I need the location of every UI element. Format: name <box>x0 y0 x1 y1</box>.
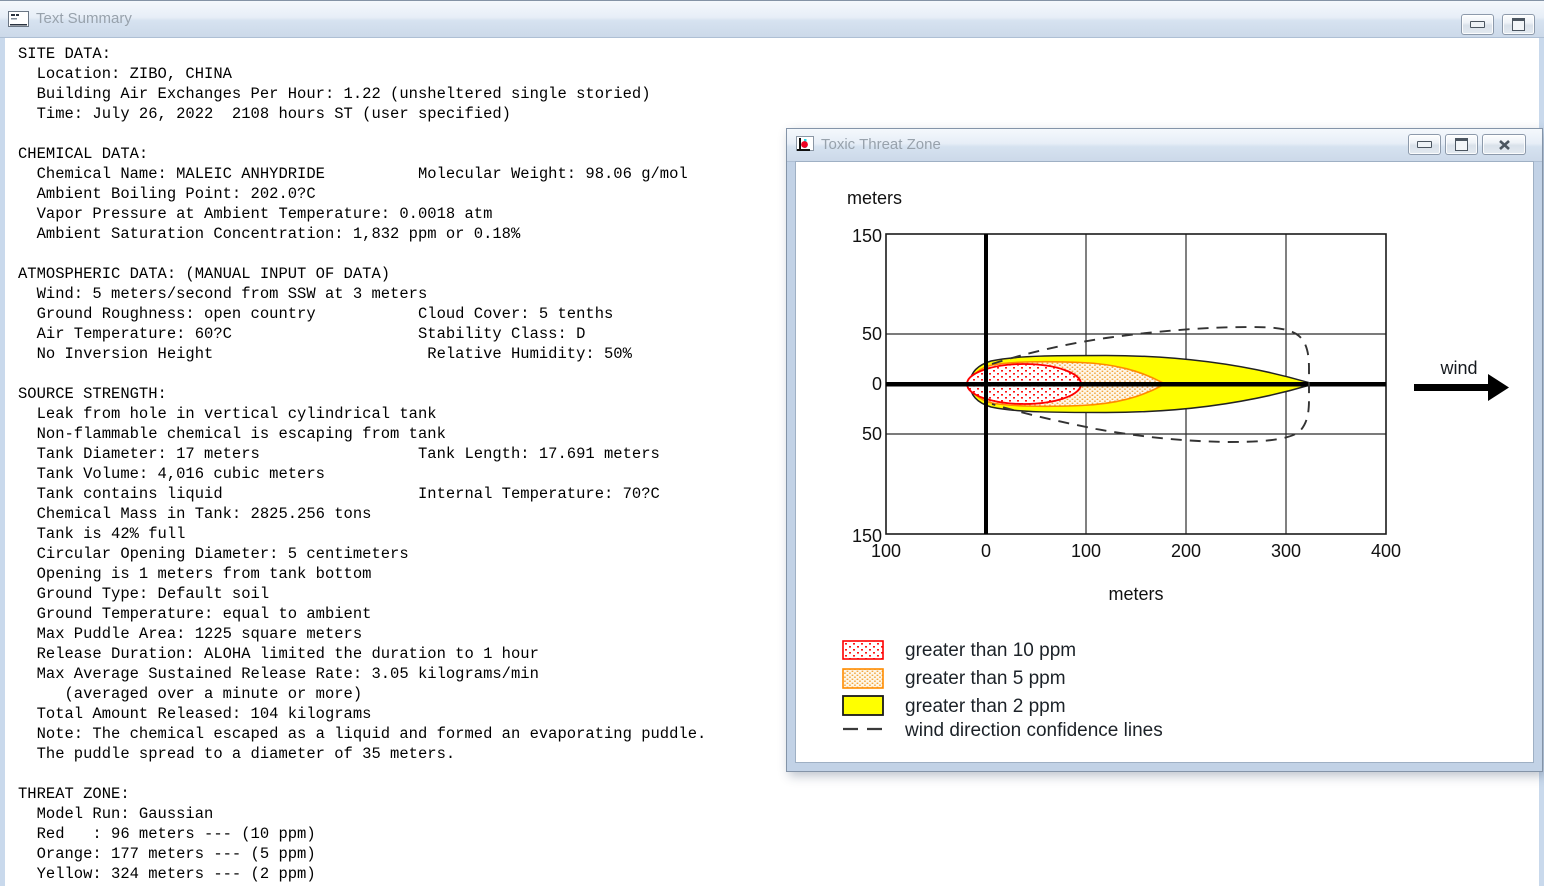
window-controls <box>1461 14 1535 35</box>
y-tick-labels: 150 50 0 50 150 <box>852 226 882 546</box>
legend-swatch-orange <box>842 668 884 689</box>
minimize-icon <box>1470 21 1485 28</box>
minimize-button[interactable] <box>1461 14 1494 35</box>
svg-text:400: 400 <box>1371 541 1401 561</box>
wind-label: wind <box>1439 358 1477 378</box>
legend-swatch-yellow <box>842 695 884 716</box>
svg-text:150: 150 <box>852 226 882 246</box>
maximize-button[interactable] <box>1502 14 1535 35</box>
restore-icon <box>1455 138 1468 151</box>
svg-text:50: 50 <box>862 424 882 444</box>
legend-label-red: greater than 10 ppm <box>905 640 1076 661</box>
svg-text:0: 0 <box>872 374 882 394</box>
threat-zone-plot: meters meters 150 50 0 50 150 100 0 100 … <box>795 161 1534 763</box>
wind-arrow <box>1414 384 1488 391</box>
restore-button[interactable] <box>1445 134 1478 155</box>
threat-zone-chart: meters meters 150 50 0 50 150 100 0 100 … <box>842 188 1509 741</box>
minimize-button[interactable] <box>1408 134 1441 155</box>
text-document-icon <box>8 11 29 32</box>
toxic-threat-zone-window: Toxic Threat Zone meters meters 150 50 0… <box>786 128 1543 772</box>
toxic-window-title: Toxic Threat Zone <box>821 136 941 153</box>
minimize-icon <box>1417 141 1432 148</box>
close-icon <box>1498 139 1510 150</box>
close-button[interactable] <box>1482 134 1526 155</box>
svg-text:100: 100 <box>871 541 901 561</box>
svg-text:0: 0 <box>981 541 991 561</box>
legend-label-yellow: greater than 2 ppm <box>905 696 1066 717</box>
legend: greater than 10 ppm greater than 5 ppm g… <box>842 640 1163 741</box>
svg-text:300: 300 <box>1271 541 1301 561</box>
svg-text:50: 50 <box>862 324 882 344</box>
legend-label-orange: greater than 5 ppm <box>905 668 1066 689</box>
x-tick-labels: 100 0 100 200 300 400 <box>871 541 1401 561</box>
wind-annotation: wind <box>1414 358 1509 401</box>
svg-text:100: 100 <box>1071 541 1101 561</box>
legend-label-confidence: wind direction confidence lines <box>904 720 1163 741</box>
window-controls <box>1408 134 1526 155</box>
text-summary-title: Text Summary <box>36 10 132 27</box>
maximize-icon <box>1512 18 1525 31</box>
legend-swatch-red <box>842 640 884 660</box>
svg-text:200: 200 <box>1171 541 1201 561</box>
wind-arrow-head <box>1488 374 1509 401</box>
y-axis-title: meters <box>847 188 902 208</box>
toxic-titlebar[interactable]: Toxic Threat Zone <box>787 129 1542 162</box>
text-summary-titlebar[interactable]: Text Summary <box>0 1 1544 38</box>
origin-axes <box>886 234 1386 534</box>
threat-plot-icon <box>796 136 814 158</box>
x-axis-title: meters <box>1108 584 1163 604</box>
